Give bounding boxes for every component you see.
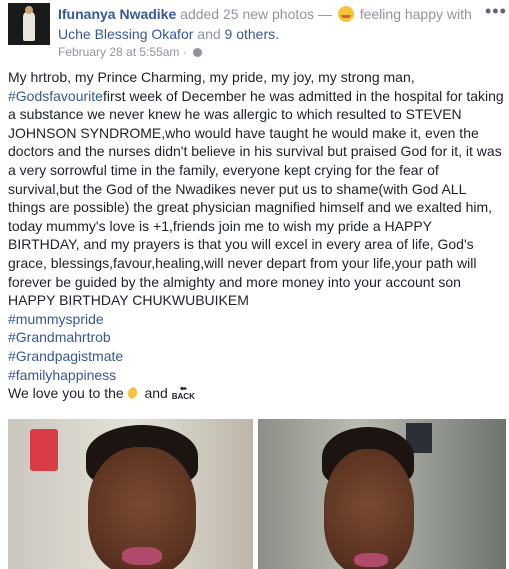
closing-text: We love you to the	[8, 385, 124, 402]
hashtag-mummyspride[interactable]: #mummyspride	[8, 310, 506, 329]
hashtag-familyhappiness[interactable]: #familyhappiness	[8, 366, 506, 385]
post-paragraph: My hrtrob, my Prince Charming, my pride,…	[8, 68, 506, 310]
meta-separator: ·	[182, 45, 187, 59]
header-line: Ifunanya Nwadike added 25 new photos — f…	[58, 5, 478, 23]
photo-grid	[8, 419, 506, 569]
timestamp-link[interactable]: February 28 at 5:55am	[58, 45, 179, 59]
post-line-3: HAPPY BIRTHDAY CHUKWUBUIKEM	[8, 292, 249, 309]
globe-icon[interactable]	[193, 48, 203, 57]
back-arrow-emoji-icon: ⬅ BACK	[171, 384, 195, 402]
avatar-figure	[23, 11, 35, 41]
post-header: Ifunanya Nwadike added 25 new photos — f…	[0, 0, 509, 62]
wall-outlet-decor	[30, 429, 58, 471]
moon-emoji-icon	[127, 387, 141, 401]
author-avatar[interactable]	[8, 3, 50, 45]
and-text: and	[197, 26, 221, 42]
more-options-icon[interactable]: •••	[485, 2, 507, 20]
photo-1[interactable]	[8, 419, 253, 569]
back-label: BACK	[171, 392, 195, 402]
tagged-person-link[interactable]: Uche Blessing Okafor	[58, 26, 193, 42]
avatar-head	[25, 6, 33, 14]
action-text: added 25 new photos —	[180, 6, 332, 22]
photo-2[interactable]	[258, 419, 506, 569]
author-name-link[interactable]: Ifunanya Nwadike	[58, 6, 176, 22]
post-line-1: My hrtrob, my Prince Charming, my pride,…	[8, 69, 415, 85]
post-meta: February 28 at 5:55am ·	[58, 45, 203, 59]
photo-1-lips	[122, 547, 162, 565]
feeling-text: feeling happy with	[359, 6, 472, 22]
closing-line: We love you to the and ⬅ BACK	[8, 384, 506, 403]
hashtag-grandmahrtrob[interactable]: #Grandmahrtrob	[8, 328, 506, 347]
photo-2-lips	[354, 553, 388, 567]
closing-and: and	[144, 385, 168, 402]
happy-emoji-icon	[337, 6, 354, 22]
hashtag-grandpagistmate[interactable]: #Grandpagistmate	[8, 347, 506, 366]
tagged-line: Uche Blessing Okafor and 9 others.	[58, 25, 279, 43]
post-line-2: first week of December he was admitted i…	[8, 87, 504, 290]
hashtag-godsfavourite[interactable]: #Godsfavourite	[8, 88, 103, 104]
tagged-others-link[interactable]: 9 others.	[225, 26, 279, 42]
photo-2-face	[324, 449, 414, 569]
post-body: My hrtrob, my Prince Charming, my pride,…	[8, 68, 506, 403]
